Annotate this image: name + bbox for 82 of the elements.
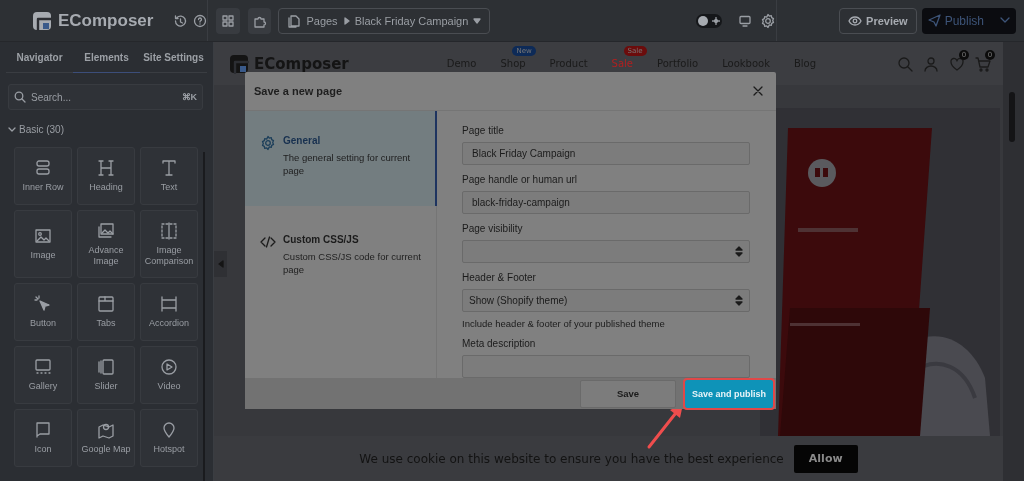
element-tile[interactable]: Slider <box>77 346 135 404</box>
settings-icon <box>260 135 276 151</box>
chevron-down-icon <box>1000 17 1010 24</box>
scrollbar[interactable] <box>1003 42 1024 481</box>
element-tile[interactable]: Icon <box>14 409 72 467</box>
image-icon <box>34 227 52 246</box>
sun-icon <box>712 16 721 25</box>
gallery-icon <box>34 358 52 377</box>
pin-icon <box>160 421 178 440</box>
search-icon <box>14 91 26 103</box>
history-icon[interactable] <box>173 13 188 28</box>
layout-button[interactable] <box>216 7 240 34</box>
desktop-icon[interactable] <box>738 13 753 28</box>
logo-icon <box>32 10 52 31</box>
app-logo: EComposer <box>58 10 154 31</box>
theme-toggle[interactable] <box>696 13 723 28</box>
element-tile[interactable]: Video <box>140 346 198 404</box>
element-tile[interactable]: Heading <box>77 147 135 205</box>
settings-section[interactable]: Custom CSS/JS Custom CSS/JS code for current page <box>245 206 436 301</box>
panel-tab[interactable]: Site Settings <box>140 42 207 73</box>
slider-icon <box>97 358 115 377</box>
allow-button[interactable]: Allow <box>793 444 858 473</box>
field-label: Page title <box>462 125 505 136</box>
input-field[interactable]: Black Friday Campaign <box>462 142 750 165</box>
collapse-handle[interactable] <box>214 251 227 277</box>
element-tile[interactable]: Tabs <box>77 283 135 341</box>
chevron-down-icon <box>8 125 16 134</box>
dialog-title: Save a new page <box>254 85 343 97</box>
field-label: Header & Footer <box>462 272 537 283</box>
element-tile[interactable]: Image <box>14 210 72 278</box>
element-tile[interactable]: Inner Row <box>14 147 72 205</box>
element-tile[interactable]: Gallery <box>14 346 72 404</box>
preview-button[interactable]: Preview <box>839 7 917 34</box>
element-tile[interactable]: Button <box>14 283 72 341</box>
settings-section[interactable]: General The general setting for current page <box>245 111 437 206</box>
help-icon[interactable] <box>193 13 208 28</box>
element-tile[interactable]: Google Map <box>77 409 135 467</box>
field-help: Include header & footer of your published theme <box>462 318 666 329</box>
element-tile[interactable]: Advance Image <box>77 210 135 278</box>
caret-left-icon <box>217 260 224 268</box>
input-field[interactable]: black-friday-campaign <box>462 191 750 214</box>
field-label: Page visibility <box>462 223 524 234</box>
field-label: Meta description <box>462 338 537 349</box>
rows-icon <box>34 159 52 178</box>
save-button[interactable]: Save <box>580 379 676 408</box>
updown-icon <box>735 295 743 306</box>
page-selector[interactable]: Pages Black Friday Campaign <box>278 7 491 34</box>
publish-button[interactable]: Publish <box>921 7 1016 34</box>
accordion-icon <box>160 295 178 314</box>
caret-down-icon <box>473 16 482 25</box>
pages-icon <box>287 13 302 28</box>
element-tile[interactable]: Text <box>140 147 198 205</box>
heading-icon <box>97 159 115 178</box>
updown-icon <box>735 246 743 257</box>
map-icon <box>97 421 115 440</box>
panel-tab[interactable]: Navigator <box>6 42 73 73</box>
element-tile[interactable]: Image Comparison <box>140 210 198 278</box>
panel-tab[interactable]: Elements <box>73 42 140 73</box>
input-field[interactable] <box>462 355 750 378</box>
element-tile[interactable]: Accordion <box>140 283 198 341</box>
apps-button[interactable] <box>247 7 272 34</box>
play-icon <box>160 358 178 377</box>
save-publish-button[interactable]: Save and publish <box>685 379 773 408</box>
shortcut-hint: ⌘K <box>181 92 197 102</box>
field-label: Page handle or human url <box>462 174 579 185</box>
images-icon <box>97 222 115 241</box>
grid-icon <box>221 13 236 28</box>
flag-icon <box>34 421 52 440</box>
select-field[interactable]: Show (Shopify theme) <box>462 289 750 312</box>
send-icon <box>927 14 941 27</box>
close-icon[interactable] <box>752 85 764 97</box>
code-icon <box>260 234 276 250</box>
settings-icon[interactable] <box>760 12 777 29</box>
comparison-icon <box>160 222 178 241</box>
logo-icon <box>229 53 249 74</box>
select-field[interactable] <box>462 240 750 263</box>
caret-right-icon <box>342 16 350 25</box>
element-tile[interactable]: Hotspot <box>140 409 198 467</box>
eye-icon <box>848 14 863 27</box>
text-icon <box>160 159 178 178</box>
category-header[interactable]: Basic (30) <box>8 124 213 135</box>
tabs-icon <box>97 295 115 314</box>
